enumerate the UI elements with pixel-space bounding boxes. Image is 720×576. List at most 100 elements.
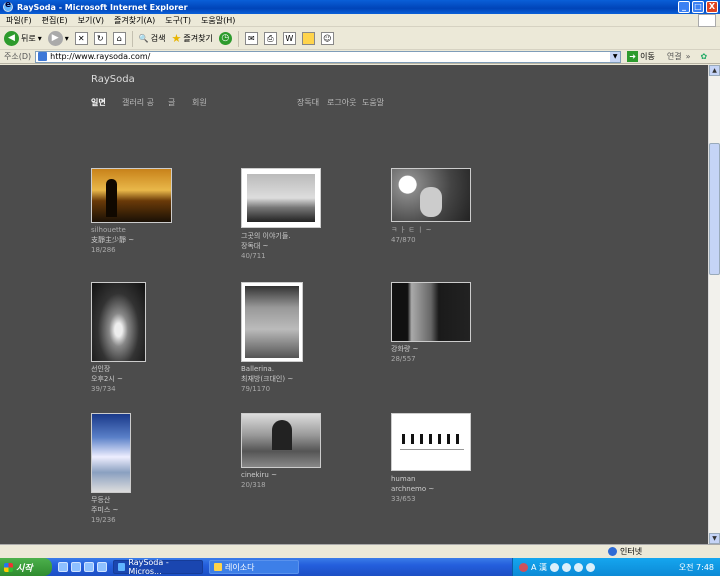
- photo-thumbnail[interactable]: [241, 413, 321, 468]
- scroll-up-icon[interactable]: ▲: [709, 65, 720, 76]
- tray-icon[interactable]: [550, 562, 560, 572]
- nav-help[interactable]: 도움말: [362, 97, 384, 108]
- menu-tools[interactable]: 도구(T): [165, 15, 191, 26]
- media-player-icon[interactable]: [84, 562, 94, 572]
- photo-thumbnail[interactable]: [91, 168, 172, 223]
- back-label: 뒤로: [21, 34, 36, 43]
- photo-caption: cinekiru ~ 20/318: [241, 471, 277, 489]
- photo-thumbnail[interactable]: [91, 413, 131, 493]
- links-chevron-icon[interactable]: »: [686, 52, 691, 61]
- tray-icon[interactable]: [586, 562, 596, 572]
- ie-quicklaunch-icon[interactable]: [71, 562, 81, 572]
- photo-thumbnail[interactable]: [391, 282, 471, 342]
- minimize-button[interactable]: _: [678, 1, 690, 13]
- tray-icon[interactable]: [562, 562, 572, 572]
- nav-gallery[interactable]: 갤러리 공: [122, 97, 154, 108]
- taskbar-button-folder[interactable]: 레이소다: [209, 560, 299, 574]
- forward-arrow-icon: ▶: [47, 31, 63, 46]
- search-icon: 🔍: [138, 34, 149, 43]
- tray-icon[interactable]: [574, 562, 584, 572]
- address-label: 주소(D): [4, 52, 32, 61]
- start-button[interactable]: 시작: [0, 558, 52, 576]
- security-zone: 인터넷: [608, 546, 642, 557]
- clock[interactable]: 오전 7:48: [679, 562, 714, 573]
- photo-caption: human archnemo ~ 33/653: [391, 475, 435, 503]
- settings-icon[interactable]: ✿: [701, 52, 708, 61]
- photo-caption: 강화량 ~ 28/557: [391, 345, 419, 363]
- photo-caption: Ballerina. 최재방(크대인) ~ 79/1170: [241, 365, 294, 393]
- photo-thumbnail[interactable]: [241, 282, 303, 362]
- status-bar: 인터넷: [0, 544, 720, 558]
- vertical-scrollbar[interactable]: ▲ ▼: [708, 65, 720, 544]
- photo-caption: 그곳의 이야기들. 장독대 ~ 40/711: [241, 232, 291, 260]
- korean-ime-icon[interactable]: [519, 562, 528, 572]
- globe-icon: [608, 547, 617, 556]
- taskbar-button-ie[interactable]: RaySoda - Micros...: [113, 558, 203, 576]
- edit-icon[interactable]: W: [282, 32, 296, 45]
- show-desktop-icon[interactable]: [58, 562, 68, 572]
- home-icon[interactable]: ⌂: [112, 32, 126, 45]
- menu-view[interactable]: 보기(V): [78, 15, 104, 26]
- search-button[interactable]: 🔍 검색: [139, 33, 166, 44]
- messenger-quicklaunch-icon[interactable]: [97, 562, 107, 572]
- back-dropdown-icon[interactable]: ▾: [38, 34, 42, 43]
- toolbar: ◀ 뒤로 ▾ ▶ ▾ ✕ ↻ ⌂ 🔍 검색 ★ 즐겨찾기 ◷ ✉ ⎙ W ☺: [0, 28, 720, 50]
- print-icon[interactable]: ⎙: [263, 32, 277, 45]
- favorites-button[interactable]: ★ 즐겨찾기: [171, 32, 212, 45]
- system-tray: A 漢 오전 7:48: [512, 558, 720, 576]
- photo-thumbnail[interactable]: [391, 168, 471, 222]
- photo-thumbnail[interactable]: [241, 168, 321, 228]
- mail-icon[interactable]: ✉: [244, 32, 258, 45]
- window-title-bar: RaySoda - Microsoft Internet Explorer _ …: [0, 0, 720, 14]
- ie-icon: [3, 0, 13, 12]
- history-icon[interactable]: ◷: [218, 32, 232, 45]
- window-title: RaySoda - Microsoft Internet Explorer: [17, 2, 188, 12]
- quick-launch: [58, 562, 107, 572]
- address-dropdown-icon[interactable]: ▼: [610, 51, 621, 62]
- forward-button[interactable]: ▶ ▾: [47, 31, 69, 46]
- address-bar: 주소(D) http://www.raysoda.com/ ▼ ➜ 이동 연결 …: [0, 50, 720, 64]
- ime-mode[interactable]: A 漢: [531, 562, 547, 573]
- go-button[interactable]: ➜ 이동: [627, 51, 655, 62]
- stop-icon[interactable]: ✕: [74, 32, 88, 45]
- address-input[interactable]: http://www.raysoda.com/ ▼: [35, 50, 622, 63]
- menu-favorites[interactable]: 즐겨찾기(A): [114, 15, 155, 26]
- back-button[interactable]: ◀ 뒤로 ▾: [4, 31, 42, 46]
- site-title[interactable]: RaySoda: [91, 74, 135, 85]
- photo-thumbnail[interactable]: [391, 413, 471, 471]
- folder-task-icon: [214, 563, 222, 571]
- links-button[interactable]: 연결: [667, 51, 682, 62]
- nav-jangdokdae[interactable]: 장독대: [297, 97, 319, 108]
- nav-home[interactable]: 일면: [91, 97, 106, 108]
- maximize-button[interactable]: □: [692, 1, 704, 13]
- refresh-icon[interactable]: ↻: [93, 32, 107, 45]
- address-url: http://www.raysoda.com/: [50, 52, 151, 61]
- window-controls: _ □ X: [678, 1, 718, 13]
- star-icon: ★: [171, 32, 182, 45]
- photo-caption: silhouette 支靜主少靜 ~ 18/286: [91, 226, 135, 254]
- go-arrow-icon: ➜: [627, 51, 639, 62]
- scrollbar-thumb[interactable]: [709, 143, 720, 275]
- toolbar-divider: [237, 30, 239, 47]
- nav-logout[interactable]: 로그아웃: [327, 97, 356, 108]
- menu-file[interactable]: 파일(F): [6, 15, 32, 26]
- back-arrow-icon: ◀: [4, 31, 19, 46]
- menu-help[interactable]: 도움말(H): [201, 15, 235, 26]
- nav-posts[interactable]: 글: [168, 97, 175, 108]
- search-label: 검색: [150, 34, 166, 43]
- scroll-down-icon[interactable]: ▼: [709, 533, 720, 544]
- windows-flag-icon: [4, 562, 13, 572]
- go-label: 이동: [640, 52, 655, 61]
- menu-edit[interactable]: 편집(E): [42, 15, 68, 26]
- nav-members[interactable]: 회원: [192, 97, 207, 108]
- close-button[interactable]: X: [706, 1, 718, 13]
- photo-caption: 무등산 주미스 ~ 19/236: [91, 496, 119, 524]
- ie-task-icon: [118, 563, 126, 571]
- favorites-label: 즐겨찾기: [183, 34, 213, 43]
- menu-bar: 파일(F) 편집(E) 보기(V) 즐겨찾기(A) 도구(T) 도움말(H): [0, 14, 720, 27]
- photo-thumbnail[interactable]: [91, 282, 146, 362]
- taskbar: 시작 RaySoda - Micros... 레이소다 A 漢 오전 7:48: [0, 558, 720, 576]
- folder-icon[interactable]: [301, 32, 315, 45]
- messenger-icon[interactable]: ☺: [320, 32, 334, 45]
- forward-dropdown-icon[interactable]: ▾: [65, 34, 69, 43]
